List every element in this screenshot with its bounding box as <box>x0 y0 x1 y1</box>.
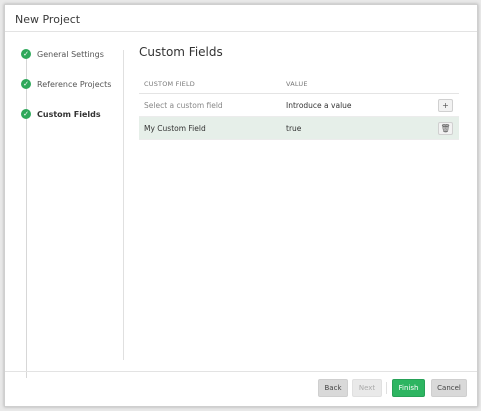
wizard-steps: ✓ General Settings ✓ Reference Projects … <box>5 32 125 378</box>
dialog-title: New Project <box>15 13 81 26</box>
custom-field-value[interactable]: true <box>286 124 416 133</box>
column-header-custom-field: CUSTOM FIELD <box>144 80 195 88</box>
footer-divider <box>386 382 387 394</box>
step-general-settings[interactable]: ✓ General Settings <box>21 47 104 61</box>
step-reference-projects[interactable]: ✓ Reference Projects <box>21 77 111 91</box>
custom-field-name: My Custom Field <box>144 123 206 133</box>
new-project-dialog: New Project ✓ General Settings ✓ Referen… <box>4 4 478 407</box>
table-row[interactable]: My Custom Field true 🗑 <box>139 117 459 140</box>
back-button[interactable]: Back <box>318 379 348 397</box>
step-label: Reference Projects <box>37 79 112 89</box>
new-field-row: Select a custom field Introduce a value … <box>139 94 459 117</box>
panel-divider <box>123 50 124 360</box>
column-header-value: VALUE <box>286 80 308 88</box>
cancel-button[interactable]: Cancel <box>431 379 467 397</box>
step-custom-fields[interactable]: ✓ Custom Fields <box>21 107 101 121</box>
custom-fields-panel: Custom Fields CUSTOM FIELD VALUE Select … <box>139 45 464 140</box>
custom-fields-table: CUSTOM FIELD VALUE Select a custom field… <box>139 75 459 140</box>
check-circle-icon: ✓ <box>21 49 31 59</box>
table-header: CUSTOM FIELD VALUE <box>139 75 459 94</box>
custom-field-select[interactable]: Select a custom field <box>139 101 286 110</box>
step-label: Custom Fields <box>37 109 101 119</box>
next-button[interactable]: Next <box>352 379 382 397</box>
value-input[interactable]: Introduce a value <box>286 101 416 110</box>
wizard-step-line <box>26 54 27 378</box>
trash-icon[interactable]: 🗑 <box>438 121 453 135</box>
dialog-header: New Project <box>5 5 477 32</box>
step-label: General Settings <box>37 49 104 59</box>
check-circle-icon: ✓ <box>21 109 31 119</box>
page-title: Custom Fields <box>139 45 223 59</box>
plus-icon[interactable]: + <box>438 98 453 112</box>
check-circle-icon: ✓ <box>21 79 31 89</box>
finish-button[interactable]: Finish <box>392 379 425 397</box>
dialog-footer: Back Next Finish Cancel <box>5 371 477 406</box>
